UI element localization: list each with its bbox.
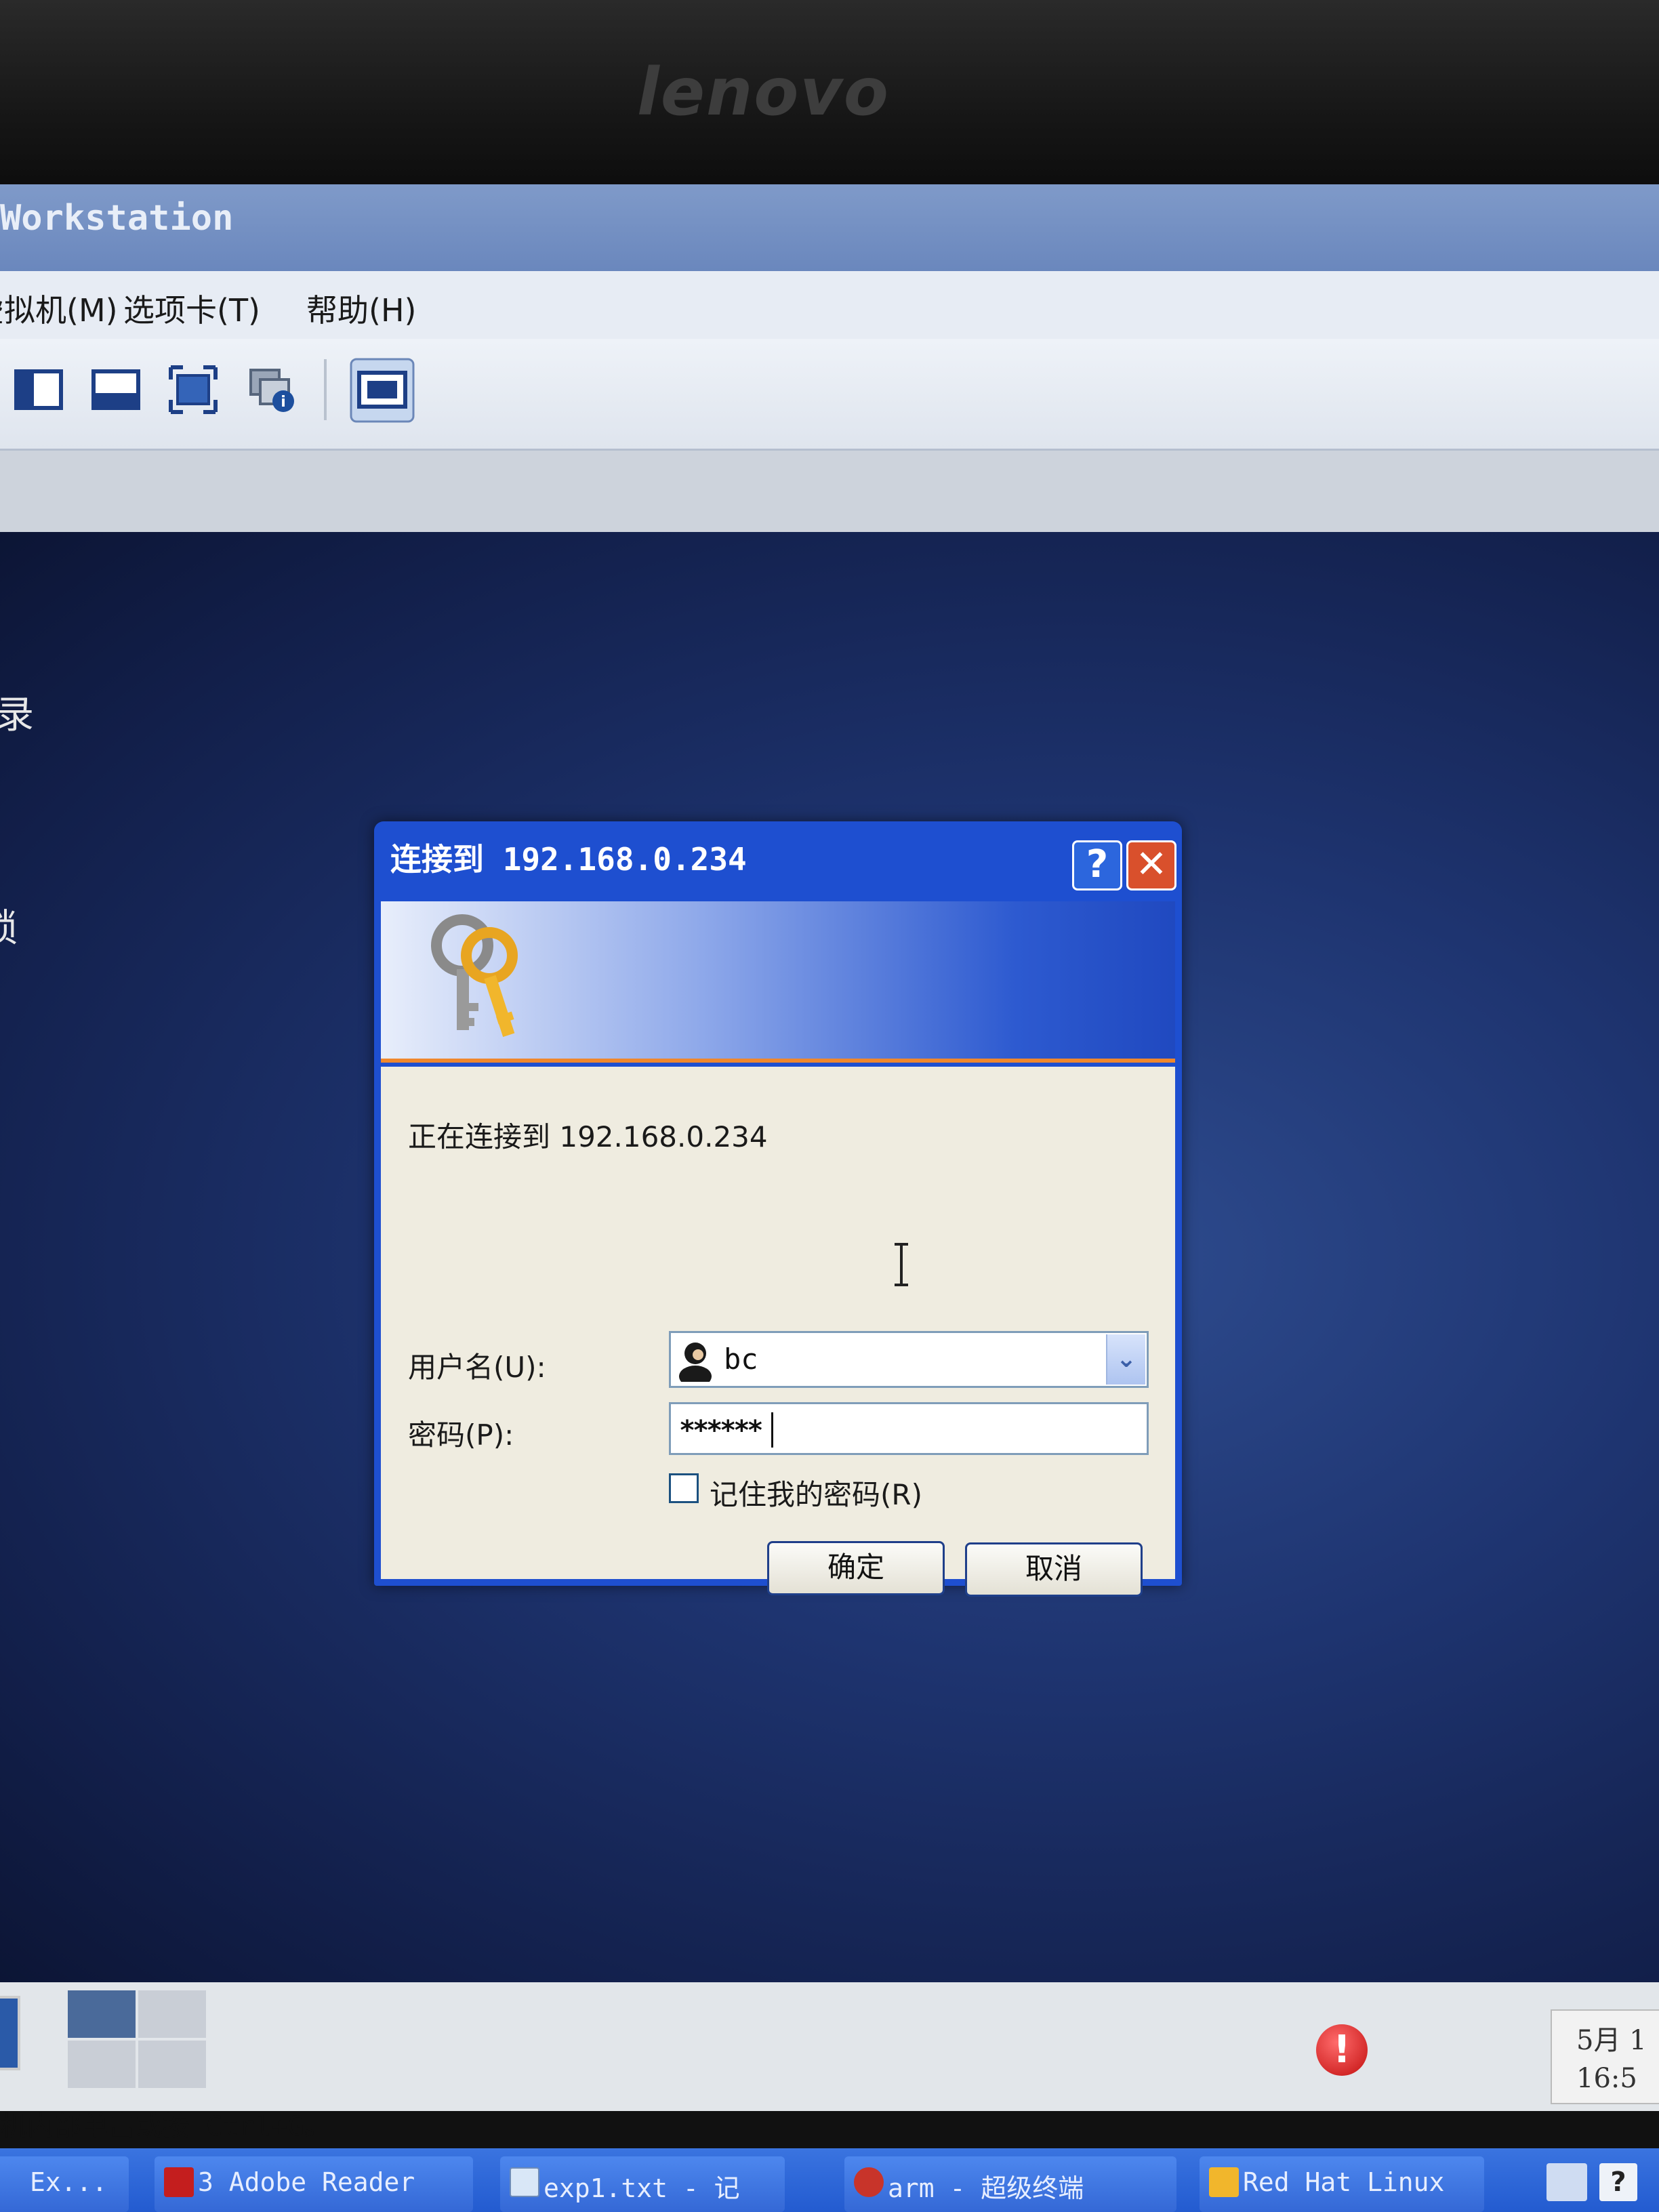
vmware-thumbnail-bar: ! 5月 1 16:5: [0, 1982, 1659, 2111]
show-sidebar-icon[interactable]: [14, 365, 64, 415]
username-combo[interactable]: bc ⌄: [669, 1331, 1149, 1388]
vm-thumbnail-4[interactable]: [68, 2041, 136, 2088]
remember-password-label[interactable]: 记住我的密码(R): [710, 1472, 922, 1513]
chevron-down-icon[interactable]: ⌄: [1106, 1334, 1145, 1385]
task-excel[interactable]: Ex...: [0, 2156, 129, 2212]
vmware-menu-bar: 虚拟机(M) 选项卡(T) 帮助(H): [0, 271, 1659, 339]
user-icon: [679, 1343, 712, 1382]
dialog-title: 连接到 192.168.0.234: [390, 841, 747, 878]
task-vmware[interactable]: Red Hat Linux: [1200, 2156, 1484, 2212]
alert-icon[interactable]: !: [1316, 2024, 1368, 2076]
show-thumbnail-bar-icon[interactable]: [91, 365, 141, 415]
dialog-body: 正在连接到 192.168.0.234 用户名(U): 密码(P): bc ⌄ …: [381, 1067, 1175, 1597]
full-screen-icon[interactable]: [168, 365, 218, 415]
vm-thumbnail-2[interactable]: [68, 1990, 136, 2038]
adobe-reader-icon: [164, 2167, 194, 2197]
vm-thumbnail-3[interactable]: [138, 1990, 206, 2038]
username-value: bc: [724, 1343, 758, 1376]
vmware-icon: [1209, 2167, 1239, 2197]
username-label: 用户名(U):: [408, 1351, 546, 1384]
vmware-title-bar: Workstation: [0, 184, 1659, 271]
vm-thumbnail-5[interactable]: [138, 2041, 206, 2088]
cancel-button[interactable]: 取消: [965, 1542, 1143, 1597]
ok-button[interactable]: 确定: [767, 1541, 945, 1595]
host-taskbar: Ex... 3 Adobe Reader exp1.txt - 记 arm - …: [0, 2148, 1659, 2212]
ibeam-cursor-icon: [895, 1243, 908, 1286]
keys-icon: [431, 914, 518, 1038]
menu-vm[interactable]: 虚拟机(M): [0, 286, 118, 331]
password-label: 密码(P):: [408, 1418, 514, 1452]
connecting-text: 正在连接到 192.168.0.234: [408, 1120, 768, 1153]
monitor-bezel: lenovo: [0, 0, 1659, 197]
password-value: ******: [679, 1415, 763, 1446]
clock: 5月 1 16:5: [1551, 2009, 1659, 2104]
help-button[interactable]: ?: [1072, 840, 1122, 890]
notepad-icon: [510, 2167, 539, 2197]
password-field[interactable]: ******: [669, 1402, 1149, 1455]
window-title: Workstation: [0, 198, 234, 239]
vmware-tab-strip: [0, 451, 1659, 532]
connect-dialog: 连接到 192.168.0.234 ? ✕ 正在连接到 192.168.0.23…: [374, 821, 1182, 1597]
desktop-text-2: 锁: [0, 898, 18, 953]
clock-date: 5月 1: [1576, 2025, 1647, 2056]
help-tray-icon[interactable]: ?: [1599, 2163, 1637, 2201]
task-label: 3 Adobe Reader: [198, 2167, 415, 2197]
menu-tabs[interactable]: 选项卡(T): [123, 286, 260, 331]
task-notepad[interactable]: exp1.txt - 记: [500, 2156, 785, 2212]
task-label: Ex...: [30, 2167, 108, 2197]
task-hyperterminal[interactable]: arm - 超级终端: [844, 2156, 1176, 2212]
menu-help[interactable]: 帮助(H): [306, 286, 416, 331]
task-adobe-reader[interactable]: 3 Adobe Reader: [155, 2156, 473, 2212]
unity-icon[interactable]: i: [247, 365, 297, 415]
svg-text:i: i: [281, 394, 286, 411]
close-button[interactable]: ✕: [1126, 840, 1176, 890]
clock-time: 16:5: [1576, 2063, 1637, 2094]
keyboard-icon[interactable]: [1547, 2163, 1587, 2201]
remember-password-checkbox[interactable]: [669, 1473, 699, 1503]
toolbar-separator: [324, 359, 327, 420]
desktop-text-1: 录: [0, 693, 34, 737]
vm-status-hint: 机内部单击或按 Ctrl+G。: [0, 2111, 331, 2142]
text-caret: [771, 1412, 773, 1448]
task-label: arm - 超级终端: [888, 2173, 1084, 2203]
vm-thumbnail-1[interactable]: [0, 1996, 20, 2070]
vmware-toolbar: i: [0, 339, 1659, 451]
task-label: exp1.txt - 记: [544, 2173, 740, 2203]
dialog-banner: [381, 901, 1175, 1063]
hyperterminal-icon: [854, 2167, 884, 2197]
console-view-icon[interactable]: [350, 358, 415, 423]
lenovo-logo: lenovo: [637, 54, 890, 130]
task-label: Red Hat Linux: [1243, 2167, 1445, 2197]
